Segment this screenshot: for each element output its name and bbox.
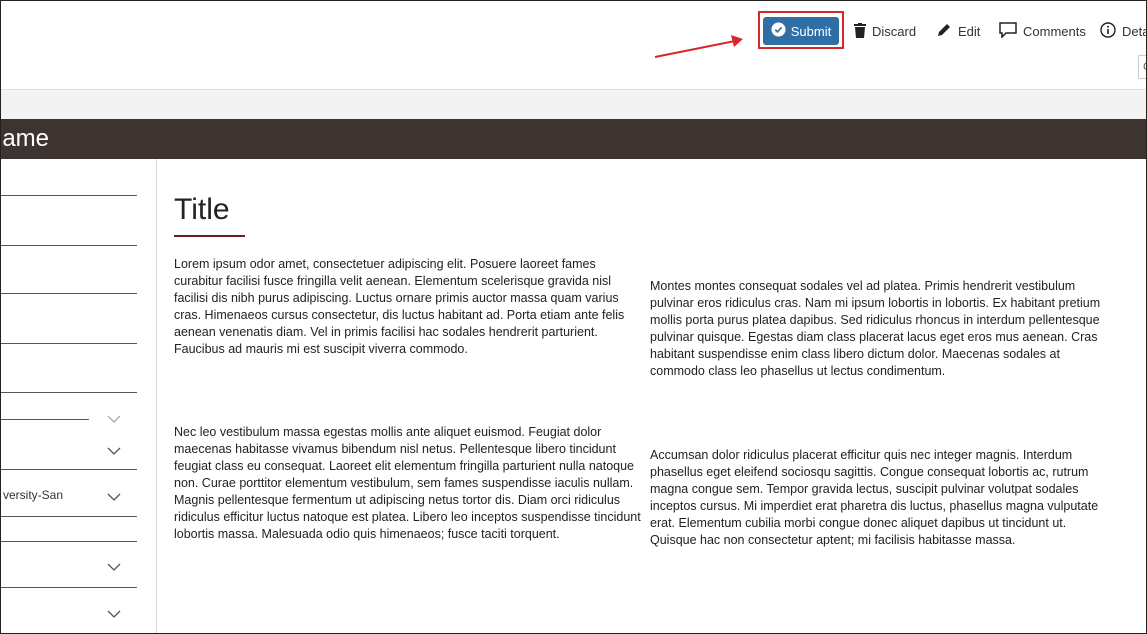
paragraph-col2-1: Montes montes consequat sodales vel ad p… (650, 279, 1101, 378)
details-label: Deta (1122, 24, 1147, 39)
annotation-arrow (654, 35, 743, 58)
section-header-title: lame (0, 125, 50, 152)
paragraph-col2-2: Accumsan dolor ridiculus placerat effici… (650, 448, 1099, 547)
dropdown-field-2-line (1, 469, 137, 470)
form-field-4[interactable] (1, 343, 137, 344)
page-title: Title (174, 193, 230, 226)
dropdown-selected-value: versity-San (3, 488, 64, 502)
comments-button[interactable]: Comments (999, 18, 1086, 45)
discard-button[interactable]: Discard (854, 18, 916, 45)
paragraph-col1-1: Lorem ipsum odor amet, consectetuer adip… (174, 257, 625, 356)
form-field-5[interactable] (1, 392, 137, 393)
dropdown-field-4-top-line (1, 541, 137, 542)
pencil-icon (936, 22, 952, 41)
comments-label: Comments (1023, 24, 1086, 39)
form-field-1[interactable] (1, 195, 137, 196)
chevron-down-icon[interactable] (107, 446, 121, 456)
info-icon (1100, 22, 1116, 41)
section-header-bar: lame (1, 119, 1146, 159)
dropdown-field-3-line (1, 516, 137, 517)
submit-label: Submit (790, 23, 832, 39)
form-field-3[interactable] (1, 293, 137, 294)
details-button[interactable]: Deta (1100, 18, 1147, 45)
gray-band (1, 90, 1146, 119)
edit-label: Edit (958, 24, 981, 39)
edit-button[interactable]: Edit (936, 18, 980, 45)
trash-icon (854, 22, 866, 41)
chevron-down-icon[interactable] (107, 609, 121, 619)
form-field-2[interactable] (1, 245, 137, 246)
check-circle-icon (771, 22, 786, 40)
submit-button[interactable]: Submit (763, 17, 839, 45)
chevron-down-icon[interactable] (107, 414, 121, 424)
left-form-panel: versity-San (1, 159, 157, 633)
app-frame: Submit Discard Edit Comments Deta lame v… (0, 0, 1147, 634)
chevron-down-icon[interactable] (107, 492, 121, 502)
chevron-down-icon[interactable] (107, 562, 121, 572)
dropdown-field-4-line (1, 587, 137, 588)
comment-icon (999, 22, 1017, 41)
dropdown-field-1-line (1, 419, 89, 420)
paragraph-col1-2: Nec leo vestibulum massa egestas mollis … (174, 425, 641, 541)
title-underline (174, 235, 245, 237)
partial-input-field[interactable]: C (1138, 55, 1146, 79)
command-bar: Submit Discard Edit Comments Deta (1, 1, 1146, 90)
discard-label: Discard (872, 24, 917, 39)
